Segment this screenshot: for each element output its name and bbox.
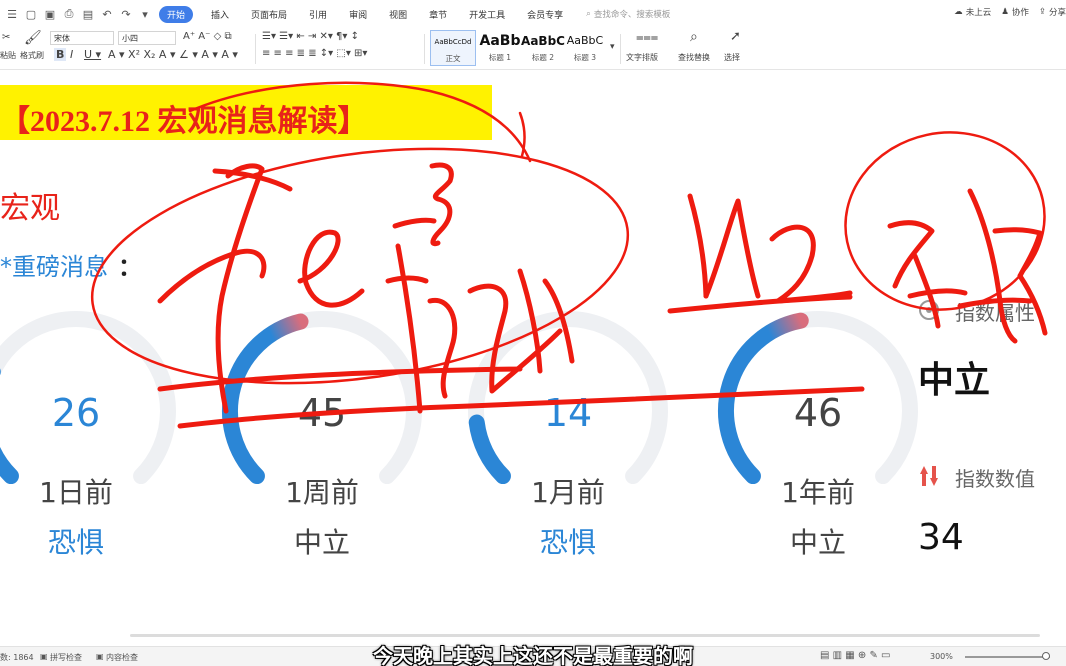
gauge-value: 45 (297, 391, 347, 435)
command-search-placeholder: 查找命令、搜索模板 (593, 10, 671, 20)
zoom-slider[interactable] (965, 656, 1050, 658)
menu-icon[interactable]: ☰ (5, 7, 19, 21)
find-icon[interactable]: ⌕ (690, 29, 698, 45)
style-sample: AaBbC (521, 34, 565, 48)
tab-section[interactable]: 章节 (425, 6, 451, 23)
tab-page-layout[interactable]: 页面布局 (247, 6, 291, 23)
underline-icon[interactable]: U ▾ (84, 48, 101, 61)
font-size-value: 小四 (122, 34, 138, 43)
style-name: 正文 (445, 54, 461, 63)
index-value: 34 (918, 517, 964, 558)
dropdown-icon[interactable]: ▾ (138, 7, 152, 21)
tab-view[interactable]: 视图 (385, 6, 411, 23)
gauge-period: 1月前 (531, 476, 605, 509)
font-name-value: 宋体 (54, 34, 70, 43)
gauge-value: 14 (543, 391, 593, 435)
up-down-arrows-icon (920, 466, 938, 486)
text-layout-label[interactable]: 文字排版 (626, 52, 658, 63)
tab-insert[interactable]: 插入 (207, 6, 233, 23)
ribbon-toolbar: ✂ 粘贴 🖌 格式刷 宋体 小四 A⁺ A⁻ ◇ ⧉ B I U ▾ A ▾ X… (0, 28, 1066, 70)
tab-developer[interactable]: 开发工具 (465, 6, 509, 23)
style-sample: AaBbCcDd (434, 38, 472, 46)
content-check-button[interactable]: 内容检查 (106, 652, 138, 663)
style-name: 标题 3 (573, 53, 597, 62)
gauge-sentiment: 恐惧 (539, 526, 596, 559)
command-search[interactable]: ⌕ 查找命令、搜索模板 (586, 8, 670, 20)
top-right-actions: ☁ 未上云 ♟ 协作 ⇪ 分享 (944, 6, 1066, 18)
spell-check-icon: ▣ (40, 652, 48, 661)
gauge-value: 46 (793, 391, 843, 435)
gauge-period: 1年前 (781, 476, 855, 509)
select-label[interactable]: 选择 (724, 52, 740, 63)
ribbon-separator (424, 34, 425, 64)
style-heading-3[interactable]: AaBbC 标题 3 (562, 30, 608, 66)
status-bar: 数: 1864 ▣ 拼写检查 ▣ 内容检查 ▤ ▥ ▦ ⊕ ✎ ▭ 300% (0, 646, 1066, 666)
collab-icon: ♟ (1001, 7, 1009, 17)
gauge-sentiment: 中立 (789, 526, 846, 559)
preview-icon[interactable]: ▤ (81, 7, 95, 21)
zoom-level[interactable]: 300% (930, 652, 953, 661)
index-attribute-label: 指数属性 (955, 301, 1035, 325)
style-normal[interactable]: AaBbCcDd 正文 (430, 30, 476, 66)
save-icon[interactable]: ▣ (43, 7, 57, 21)
format-painter-icon[interactable]: 🖌 (24, 30, 42, 46)
tab-member[interactable]: 会员专享 (523, 6, 567, 23)
select-icon[interactable]: ➚ (730, 29, 741, 44)
gauge-period: 1日前 (39, 476, 113, 509)
print-icon[interactable]: ⎙ (62, 7, 76, 21)
tab-references[interactable]: 引用 (305, 6, 331, 23)
style-heading-1[interactable]: AaBb 标题 1 (477, 30, 523, 66)
search-icon: ⌕ (586, 9, 591, 19)
style-heading-2[interactable]: AaBbC 标题 2 (520, 30, 566, 66)
gauge-level-arc (0, 368, 19, 485)
cloud-icon: ☁ (954, 7, 963, 17)
font-size-select[interactable]: 小四 (118, 31, 176, 45)
index-attribute-value: 中立 (918, 360, 991, 401)
gauge-level-arc (468, 414, 511, 485)
view-mode-icons[interactable]: ▤ ▥ ▦ ⊕ ✎ ▭ (820, 650, 890, 661)
cloud-status[interactable]: 未上云 (966, 6, 992, 18)
cut-icon[interactable]: ✂ (2, 32, 10, 43)
text-layout-icon[interactable]: ⩶ (636, 30, 658, 45)
ribbon-separator (255, 34, 256, 64)
gauge-sentiment: 中立 (293, 526, 350, 559)
redo-icon[interactable]: ↷ (119, 7, 133, 21)
paste-label[interactable]: 粘贴 (0, 50, 16, 61)
document-canvas[interactable]: 【2023.7.12 宏观消息解读】 宏观 *重磅消息： 26 45 14 46… (0, 71, 1066, 638)
style-sample: AaBb (479, 33, 521, 49)
new-file-icon[interactable]: ▢ (24, 7, 38, 21)
grow-font-icon[interactable]: A⁺ A⁻ ◇ ⧉ (183, 31, 232, 42)
ribbon-separator (620, 34, 621, 64)
share-button[interactable]: 分享 (1049, 6, 1066, 18)
collab-button[interactable]: 协作 (1012, 6, 1029, 18)
align-icons[interactable]: ≡ ≡ ≡ ≣ ≣ ↕▾ ⬚▾ ⊞▾ (262, 48, 367, 59)
tab-review[interactable]: 审阅 (345, 6, 371, 23)
share-icon: ⇪ (1038, 7, 1046, 17)
font-effects-icon[interactable]: A ▾ X² X₂ A ▾ ∠ ▾ A ▾ A ▾ (108, 48, 238, 61)
index-value-label: 指数数值 (955, 467, 1035, 491)
content-check-icon: ▣ (96, 652, 104, 661)
word-count[interactable]: 数: 1864 (0, 652, 34, 663)
font-name-select[interactable]: 宋体 (50, 31, 114, 45)
zoom-slider-handle[interactable] (1042, 652, 1050, 660)
italic-icon[interactable]: I (70, 48, 73, 61)
list-icons[interactable]: ☰▾ ☰▾ ⇤ ⇥ ✕▾ ¶▾ ↕ (262, 31, 359, 42)
gauge-period: 1周前 (285, 476, 359, 509)
spell-check-button[interactable]: 拼写检查 (50, 652, 82, 663)
style-sample: AaBbC (566, 34, 604, 47)
format-painter-label[interactable]: 格式刷 (20, 50, 44, 61)
bold-icon[interactable]: B (54, 48, 67, 61)
gauge-value: 26 (51, 391, 101, 435)
tab-home[interactable]: 开始 (159, 5, 194, 23)
attribute-icon (919, 300, 939, 320)
styles-expand-icon[interactable]: ▾ (610, 42, 615, 52)
find-replace-label[interactable]: 查找替换 (678, 52, 710, 63)
style-name: 标题 2 (531, 53, 555, 62)
horizontal-scrollbar[interactable] (130, 634, 1040, 637)
title-tab-bar: ☰ ▢ ▣ ⎙ ▤ ↶ ↷ ▾ 开始 插入 页面布局 引用 审阅 视图 章节 开… (0, 0, 1066, 28)
undo-icon[interactable]: ↶ (100, 7, 114, 21)
gauge-sentiment: 恐惧 (47, 526, 104, 559)
style-name: 标题 1 (488, 53, 512, 62)
